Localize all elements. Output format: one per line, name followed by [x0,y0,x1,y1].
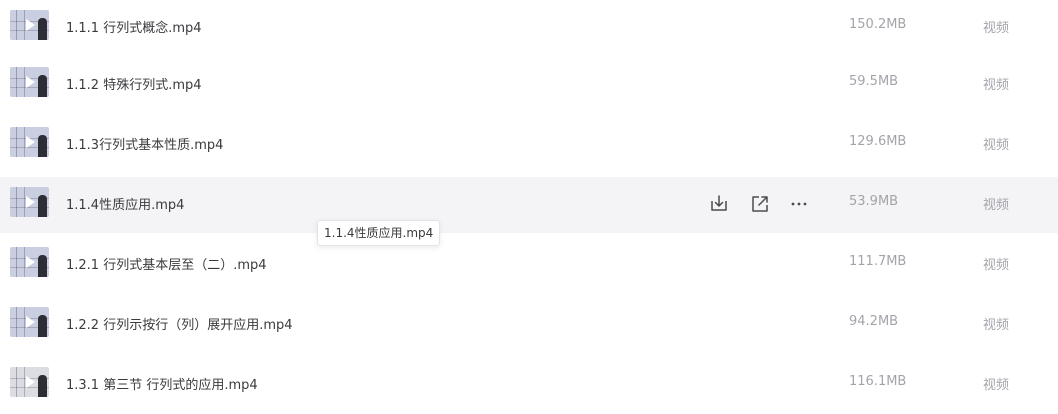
file-type: 视频 [983,318,1010,333]
video-thumbnail[interactable] [10,247,49,277]
file-size: 150.2MB [849,17,907,32]
file-name[interactable]: 1.1.3行列式基本性质.mp4 [66,134,223,153]
file-name[interactable]: 1.2.1 行列式基本层至（二）.mp4 [66,254,267,273]
more-icon [788,193,810,215]
thumbnail-presenter [38,315,47,337]
share-button[interactable] [749,193,771,215]
play-icon [26,256,35,268]
more-button[interactable] [788,193,810,215]
file-type: 视频 [983,378,1010,393]
thumbnail-presenter [38,75,47,97]
video-thumbnail[interactable] [10,67,49,97]
file-row[interactable]: 1.1.3行列式基本性质.mp4 129.6MB 视频 [0,117,1058,173]
file-type: 视频 [983,78,1010,93]
file-row[interactable]: 1.1.1 行列式概念.mp4 150.2MB 视频 [0,0,1058,56]
file-type: 视频 [983,258,1010,273]
file-size: 111.7MB [849,254,907,269]
download-icon [708,193,730,215]
play-icon [26,376,35,388]
thumbnail-presenter [38,18,47,40]
file-name[interactable]: 1.1.4性质应用.mp4 [66,194,184,213]
file-row[interactable]: 1.2.1 行列式基本层至（二）.mp4 111.7MB 视频 [0,237,1058,293]
file-row[interactable]: 1.1.4性质应用.mp4 53.9MB 视频 [0,177,1058,233]
share-icon [749,193,771,215]
video-thumbnail[interactable] [10,187,49,217]
file-row[interactable]: 1.3.1 第三节 行列式的应用.mp4 116.1MB 视频 [0,357,1058,413]
video-thumbnail[interactable] [10,307,49,337]
play-icon [26,136,35,148]
thumbnail-presenter [38,195,47,217]
file-row[interactable]: 1.1.2 特殊行列式.mp4 59.5MB 视频 [0,57,1058,113]
file-name[interactable]: 1.2.2 行列示按行（列）展开应用.mp4 [66,314,293,333]
play-icon [26,316,35,328]
file-type: 视频 [983,198,1010,213]
file-size: 116.1MB [849,374,907,389]
download-button[interactable] [708,193,730,215]
file-name[interactable]: 1.1.1 行列式概念.mp4 [66,17,202,36]
filename-tooltip: 1.1.4性质应用.mp4 [317,220,441,246]
video-thumbnail[interactable] [10,10,49,40]
file-size: 94.2MB [849,314,899,329]
file-size: 53.9MB [849,194,899,209]
thumbnail-presenter [38,375,47,397]
video-thumbnail[interactable] [10,127,49,157]
file-name[interactable]: 1.3.1 第三节 行列式的应用.mp4 [66,374,258,393]
video-thumbnail[interactable] [10,367,49,397]
play-icon [26,196,35,208]
file-size: 59.5MB [849,74,899,89]
play-icon [26,76,35,88]
thumbnail-presenter [38,255,47,277]
file-type: 视频 [983,138,1010,153]
file-type: 视频 [983,21,1010,36]
file-row[interactable]: 1.2.2 行列示按行（列）展开应用.mp4 94.2MB 视频 [0,297,1058,353]
thumbnail-presenter [38,135,47,157]
file-name[interactable]: 1.1.2 特殊行列式.mp4 [66,74,202,93]
play-icon [26,19,35,31]
file-size: 129.6MB [849,134,907,149]
